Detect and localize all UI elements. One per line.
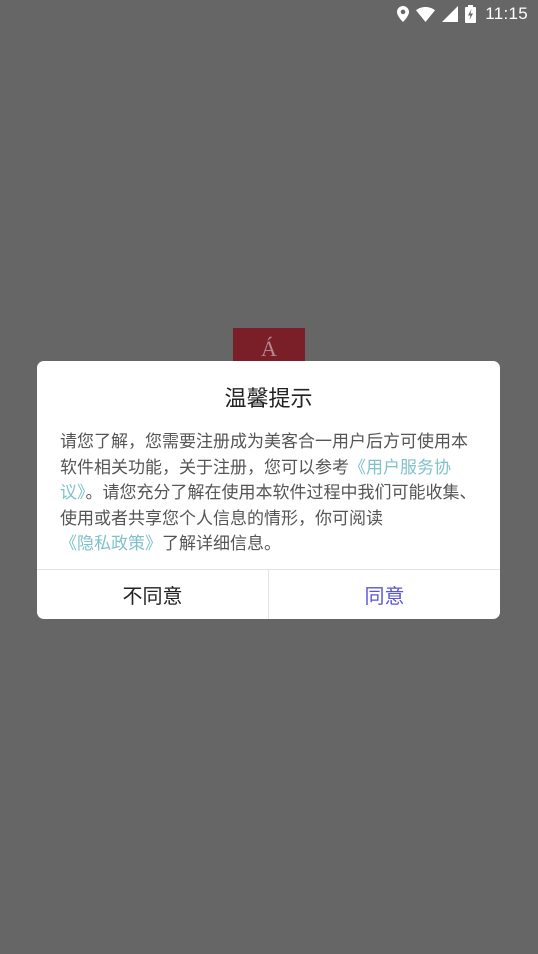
location-icon — [397, 6, 410, 22]
dialog-buttons: 不同意 同意 — [37, 570, 500, 619]
status-time: 11:15 — [485, 4, 528, 23]
status-bar: 11:15 — [0, 0, 538, 28]
dialog-body: 请您了解，您需要注册成为美客合一用户后方可使用本软件相关功能，关于注册，您可以参… — [60, 430, 477, 558]
dialog-title: 温馨提示 — [224, 387, 313, 412]
battery-charging-icon — [465, 5, 477, 23]
agree-button[interactable]: 同意 — [269, 570, 500, 619]
disagree-button[interactable]: 不同意 — [37, 570, 269, 619]
dialog-body-text: 了解详细信息。 — [162, 534, 281, 554]
signal-icon — [442, 6, 459, 22]
privacy-policy-link[interactable]: 《隐私政策》 — [60, 534, 162, 554]
screen: 11:15 Á 温馨提示 请您了解，您需要注册成为美客合一用户后方可使用本软件相… — [0, 0, 538, 954]
wifi-icon — [416, 6, 436, 22]
dialog-body-text: 。请您充分了解在使用本软件过程中我们可能收集、使用或者共享您个人信息的情形，你可… — [60, 483, 477, 529]
privacy-dialog: 温馨提示 请您了解，您需要注册成为美客合一用户后方可使用本软件相关功能，关于注册… — [37, 361, 500, 619]
